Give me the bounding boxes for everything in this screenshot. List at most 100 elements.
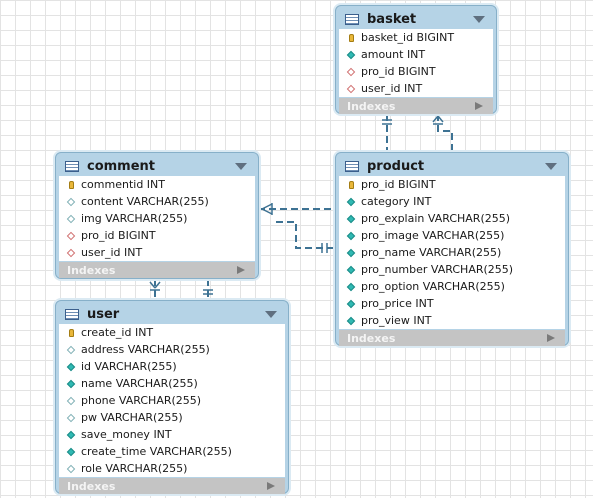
column-row[interactable]: pro_explain VARCHAR(255) xyxy=(339,210,565,227)
column-label: category INT xyxy=(361,195,432,208)
nullable-column-icon xyxy=(65,412,77,424)
column-label: user_id INT xyxy=(361,82,423,95)
column-list: commentid INT content VARCHAR(255) img VAR… xyxy=(59,176,255,261)
indexes-bar[interactable]: Indexes xyxy=(339,330,565,346)
column-list: basket_id BIGINT amount INT pro_id BIGINT u… xyxy=(339,29,493,97)
indexes-bar[interactable]: Indexes xyxy=(59,262,255,278)
table-icon xyxy=(65,160,79,172)
nullable-column-icon xyxy=(65,213,77,225)
basket-table[interactable]: basket basket_id BIGINT amount INT pro_id B… xyxy=(335,5,497,114)
table-icon xyxy=(65,308,79,320)
not-null-column-icon xyxy=(345,196,357,208)
expand-arrow-icon[interactable] xyxy=(267,482,275,490)
expand-arrow-icon[interactable] xyxy=(547,334,555,342)
not-null-column-icon xyxy=(345,49,357,61)
column-row[interactable]: pro_id BIGINT xyxy=(339,63,493,80)
primary-key-icon xyxy=(65,327,77,339)
table-title: product xyxy=(367,158,425,174)
column-row[interactable]: create_id INT xyxy=(59,324,285,341)
column-row[interactable]: commentid INT xyxy=(59,176,255,193)
foreign-key-icon xyxy=(345,83,357,95)
column-row[interactable]: phone VARCHAR(255) xyxy=(59,392,285,409)
table-header[interactable]: basket xyxy=(339,9,493,29)
not-null-column-icon xyxy=(345,247,357,259)
nullable-column-icon xyxy=(65,344,77,356)
not-null-column-icon xyxy=(345,315,357,327)
table-header[interactable]: product xyxy=(339,156,565,176)
column-row[interactable]: amount INT xyxy=(339,46,493,63)
collapse-chevron-icon[interactable] xyxy=(473,15,485,23)
user-table[interactable]: user create_id INT address VARCHAR(255) id … xyxy=(55,300,289,494)
column-label: pro_view INT xyxy=(361,314,432,327)
collapse-chevron-icon[interactable] xyxy=(235,162,247,170)
column-row[interactable]: create_time VARCHAR(255) xyxy=(59,443,285,460)
er-diagram-canvas: basket basket_id BIGINT amount INT pro_id B… xyxy=(0,0,593,498)
foreign-key-icon xyxy=(65,247,77,259)
not-null-column-icon xyxy=(65,429,77,441)
column-row[interactable]: pro_id BIGINT xyxy=(339,176,565,193)
column-label: create_id INT xyxy=(81,326,154,339)
one-marker xyxy=(321,243,328,253)
column-label: pro_name VARCHAR(255) xyxy=(361,246,502,259)
not-null-column-icon xyxy=(345,230,357,242)
product-table[interactable]: product pro_id BIGINT category INT pro_expl… xyxy=(335,152,569,346)
table-title: user xyxy=(87,306,120,322)
column-row[interactable]: name VARCHAR(255) xyxy=(59,375,285,392)
collapse-chevron-icon[interactable] xyxy=(545,162,557,170)
table-title: comment xyxy=(87,158,156,174)
not-null-column-icon xyxy=(345,213,357,225)
column-row[interactable]: basket_id BIGINT xyxy=(339,29,493,46)
table-title: basket xyxy=(367,11,417,27)
comment-table[interactable]: comment commentid INT content VARCHAR(255)… xyxy=(55,152,259,279)
column-row[interactable]: pro_view INT xyxy=(339,312,565,329)
column-row[interactable]: category INT xyxy=(339,193,565,210)
collapse-chevron-icon[interactable] xyxy=(265,310,277,318)
primary-key-icon xyxy=(65,179,77,191)
column-label: save_money INT xyxy=(81,428,172,441)
column-row[interactable]: role VARCHAR(255) xyxy=(59,460,285,477)
column-row[interactable]: user_id INT xyxy=(59,244,255,261)
column-row[interactable]: img VARCHAR(255) xyxy=(59,210,255,227)
basket-product-relationship-secondary xyxy=(437,114,453,152)
primary-key-icon xyxy=(345,179,357,191)
column-row[interactable]: pro_price INT xyxy=(339,295,565,312)
column-label: pro_image VARCHAR(255) xyxy=(361,229,505,242)
column-row[interactable]: pro_id BIGINT xyxy=(59,227,255,244)
column-row[interactable]: pw VARCHAR(255) xyxy=(59,409,285,426)
expand-arrow-icon[interactable] xyxy=(237,266,245,274)
column-row[interactable]: pro_option VARCHAR(255) xyxy=(339,278,565,295)
foreign-key-icon xyxy=(345,66,357,78)
not-null-column-icon xyxy=(345,264,357,276)
comment-product-relationship-secondary xyxy=(276,221,335,249)
not-null-column-icon xyxy=(65,446,77,458)
column-label: pro_number VARCHAR(255) xyxy=(361,263,514,276)
indexes-bar[interactable]: Indexes xyxy=(59,478,285,494)
column-label: basket_id BIGINT xyxy=(361,31,455,44)
column-row[interactable]: user_id INT xyxy=(339,80,493,97)
table-header[interactable]: user xyxy=(59,304,285,324)
column-list: create_id INT address VARCHAR(255) id VARC… xyxy=(59,324,285,477)
column-label: content VARCHAR(255) xyxy=(81,195,209,208)
column-row[interactable]: content VARCHAR(255) xyxy=(59,193,255,210)
column-label: pro_explain VARCHAR(255) xyxy=(361,212,511,225)
column-row[interactable]: pro_image VARCHAR(255) xyxy=(339,227,565,244)
table-header[interactable]: comment xyxy=(59,156,255,176)
nullable-column-icon xyxy=(65,395,77,407)
expand-arrow-icon[interactable] xyxy=(475,102,483,110)
column-label: id VARCHAR(255) xyxy=(81,360,177,373)
not-null-column-icon xyxy=(65,378,77,390)
column-label: name VARCHAR(255) xyxy=(81,377,198,390)
column-label: amount INT xyxy=(361,48,426,61)
column-row[interactable]: pro_name VARCHAR(255) xyxy=(339,244,565,261)
column-label: pro_price INT xyxy=(361,297,434,310)
primary-key-icon xyxy=(345,32,357,44)
indexes-label: Indexes xyxy=(67,479,116,493)
table-icon xyxy=(345,160,359,172)
column-row[interactable]: address VARCHAR(255) xyxy=(59,341,285,358)
column-row[interactable]: id VARCHAR(255) xyxy=(59,358,285,375)
indexes-bar[interactable]: Indexes xyxy=(339,98,493,114)
column-row[interactable]: save_money INT xyxy=(59,426,285,443)
column-label: pro_id BIGINT xyxy=(361,65,436,78)
column-row[interactable]: pro_number VARCHAR(255) xyxy=(339,261,565,278)
indexes-label: Indexes xyxy=(67,263,116,277)
